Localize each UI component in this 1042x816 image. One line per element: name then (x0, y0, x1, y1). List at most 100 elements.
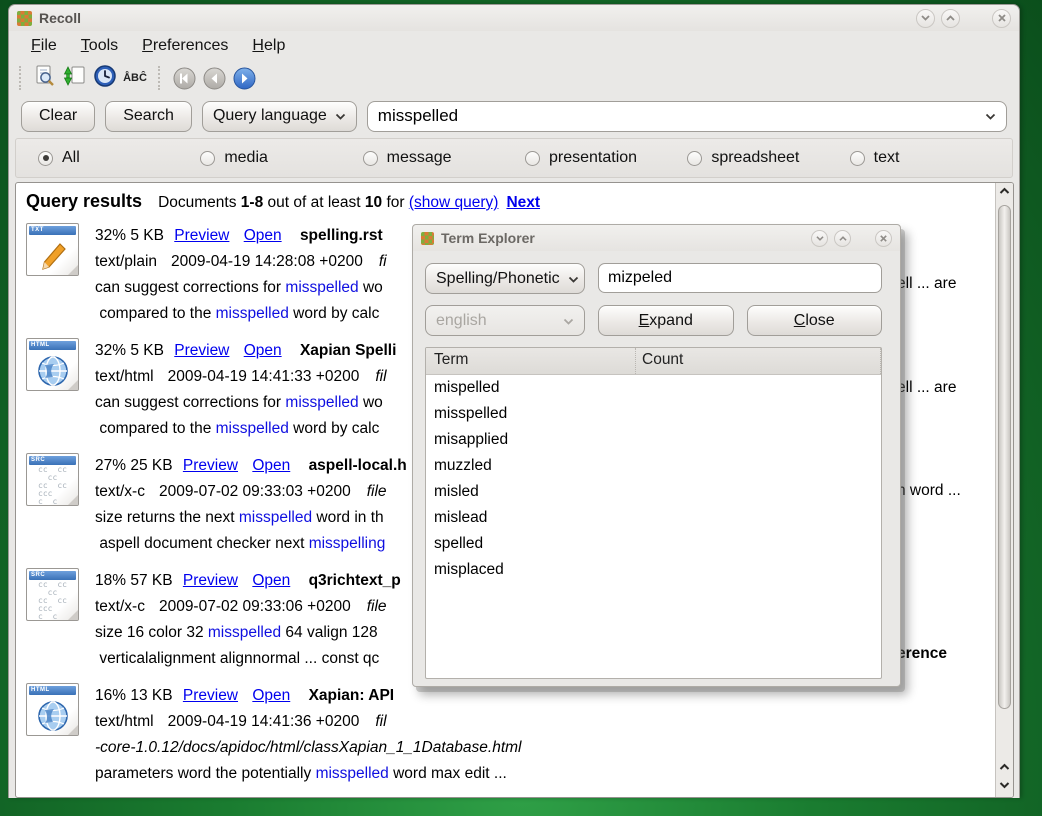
radio-icon[interactable] (525, 151, 540, 166)
term-table-header[interactable]: Term Count (426, 348, 881, 375)
scroll-down-icon[interactable] (996, 781, 1013, 789)
doc-head-label: SRC (29, 571, 76, 580)
toolbar-grip[interactable] (19, 66, 24, 90)
next-page-link[interactable]: Next (506, 194, 540, 211)
radio-icon[interactable] (200, 151, 215, 166)
term-table-row[interactable]: misspelled (426, 401, 881, 427)
result-url: fi (379, 253, 387, 270)
clear-button[interactable]: Clear (21, 101, 95, 132)
language-value: english (436, 312, 487, 330)
chevron-down-icon[interactable] (985, 107, 996, 125)
term-explorer-button[interactable]: ÅBĈ (120, 63, 150, 93)
result-snippet: size 16 color 32 misspelled 64 valign 12… (95, 620, 401, 646)
term-table-row[interactable]: misled (426, 479, 881, 505)
preview-link[interactable]: Preview (183, 687, 238, 704)
docs-label: Documents (158, 194, 236, 211)
close-icon (879, 234, 888, 243)
query-language-select[interactable]: Query language (202, 101, 357, 132)
history-button[interactable] (90, 63, 120, 93)
result-title: q3richtext_p (309, 572, 401, 589)
search-input[interactable] (378, 106, 985, 126)
page-fold (68, 610, 78, 620)
close-button[interactable] (992, 9, 1011, 28)
term-input[interactable] (608, 269, 872, 287)
search-button[interactable]: Search (105, 101, 192, 132)
snippet-text: aspell document checker next (95, 535, 309, 552)
term-column-header[interactable]: Term (426, 348, 636, 374)
scroll-up-icon[interactable] (996, 187, 1013, 195)
scrollbar-thumb[interactable] (998, 205, 1011, 709)
minimize-button[interactable] (916, 9, 935, 28)
close-dialog-button[interactable]: Close (747, 305, 883, 336)
term-table-row[interactable]: mispelled (426, 375, 881, 401)
open-link[interactable]: Open (252, 457, 290, 474)
preview-link[interactable]: Preview (183, 457, 238, 474)
preview-link[interactable]: Preview (174, 227, 229, 244)
filter-message[interactable]: message (363, 149, 525, 167)
highlighted-term: misspelled (285, 279, 358, 296)
result-text: 32% 5 KB Preview Open spelling.rsttext/p… (95, 223, 387, 327)
menu-file[interactable]: File (21, 34, 67, 58)
preview-link[interactable]: Preview (174, 342, 229, 359)
open-link[interactable]: Open (244, 227, 282, 244)
result-snippet: verticalalignment alignnormal ... const … (95, 646, 401, 672)
update-index-button[interactable] (60, 63, 90, 93)
term-table-row[interactable]: misplaced (426, 557, 881, 583)
term-table-row[interactable]: misapplied (426, 427, 881, 453)
expansion-mode-value: Spelling/Phonetic (436, 270, 560, 288)
open-link[interactable]: Open (252, 687, 290, 704)
open-link[interactable]: Open (252, 572, 290, 589)
results-scrollbar[interactable] (995, 183, 1013, 797)
next-page-button[interactable] (229, 63, 259, 93)
title-bar[interactable]: Recoll (9, 5, 1019, 31)
highlighted-term: misspelled (316, 765, 389, 782)
dialog-title-bar[interactable]: Term Explorer (413, 225, 900, 251)
maximize-button[interactable] (941, 9, 960, 28)
menu-tools[interactable]: Tools (71, 34, 128, 58)
filter-spreadsheet[interactable]: spreadsheet (687, 149, 849, 167)
filter-text[interactable]: text (850, 149, 1012, 167)
result-mime: text/html (95, 713, 154, 730)
toolbar-grip2[interactable] (158, 66, 163, 90)
language-select[interactable]: english (425, 305, 585, 336)
result-text-fragment: ell ... are (897, 379, 956, 397)
term-table-row[interactable]: muzzled (426, 453, 881, 479)
radio-icon[interactable] (38, 151, 53, 166)
menu-bar: File Tools Preferences Help (9, 31, 1019, 60)
snippet-text: wo (359, 279, 383, 296)
filter-presentation[interactable]: presentation (525, 149, 687, 167)
term-input-box[interactable] (598, 263, 882, 293)
expansion-mode-select[interactable]: Spelling/Phonetic (425, 263, 585, 294)
menu-preferences[interactable]: Preferences (132, 34, 238, 58)
search-combobox[interactable] (367, 101, 1007, 132)
preview-document-button[interactable] (30, 63, 60, 93)
open-link[interactable]: Open (244, 342, 282, 359)
first-page-button[interactable] (169, 63, 199, 93)
dialog-minimize-button[interactable] (811, 230, 828, 247)
filter-label: media (224, 149, 268, 167)
result-date: 2009-07-02 09:33:03 +0200 (159, 483, 351, 500)
arrow-first-icon (173, 67, 196, 90)
term-table-row[interactable]: spelled (426, 531, 881, 557)
show-query-link[interactable]: (show query) (409, 194, 499, 211)
menu-help[interactable]: Help (242, 34, 295, 58)
dialog-maximize-button[interactable] (834, 230, 851, 247)
snippet-text: wo (359, 394, 383, 411)
radio-icon[interactable] (850, 151, 865, 166)
preview-link[interactable]: Preview (183, 572, 238, 589)
count-column-header[interactable]: Count (636, 348, 881, 374)
previous-page-button[interactable] (199, 63, 229, 93)
result-text: 18% 57 KB Preview Open q3richtext_ptext/… (95, 568, 401, 672)
src-code-texture: cc cc cc cc cc ccc c c (38, 466, 67, 506)
result-snippet: parameters word the potentially misspell… (95, 761, 522, 787)
dialog-close-button[interactable] (875, 230, 892, 247)
filter-all[interactable]: All (38, 149, 200, 167)
result-url: fil (375, 713, 386, 730)
filter-media[interactable]: media (200, 149, 362, 167)
term-table-row[interactable]: mislead (426, 505, 881, 531)
radio-icon[interactable] (363, 151, 378, 166)
radio-icon[interactable] (687, 151, 702, 166)
scroll-up2-icon[interactable] (996, 763, 1013, 771)
expand-button[interactable]: Expand (598, 305, 734, 336)
result-date: 2009-07-02 09:33:06 +0200 (159, 598, 351, 615)
